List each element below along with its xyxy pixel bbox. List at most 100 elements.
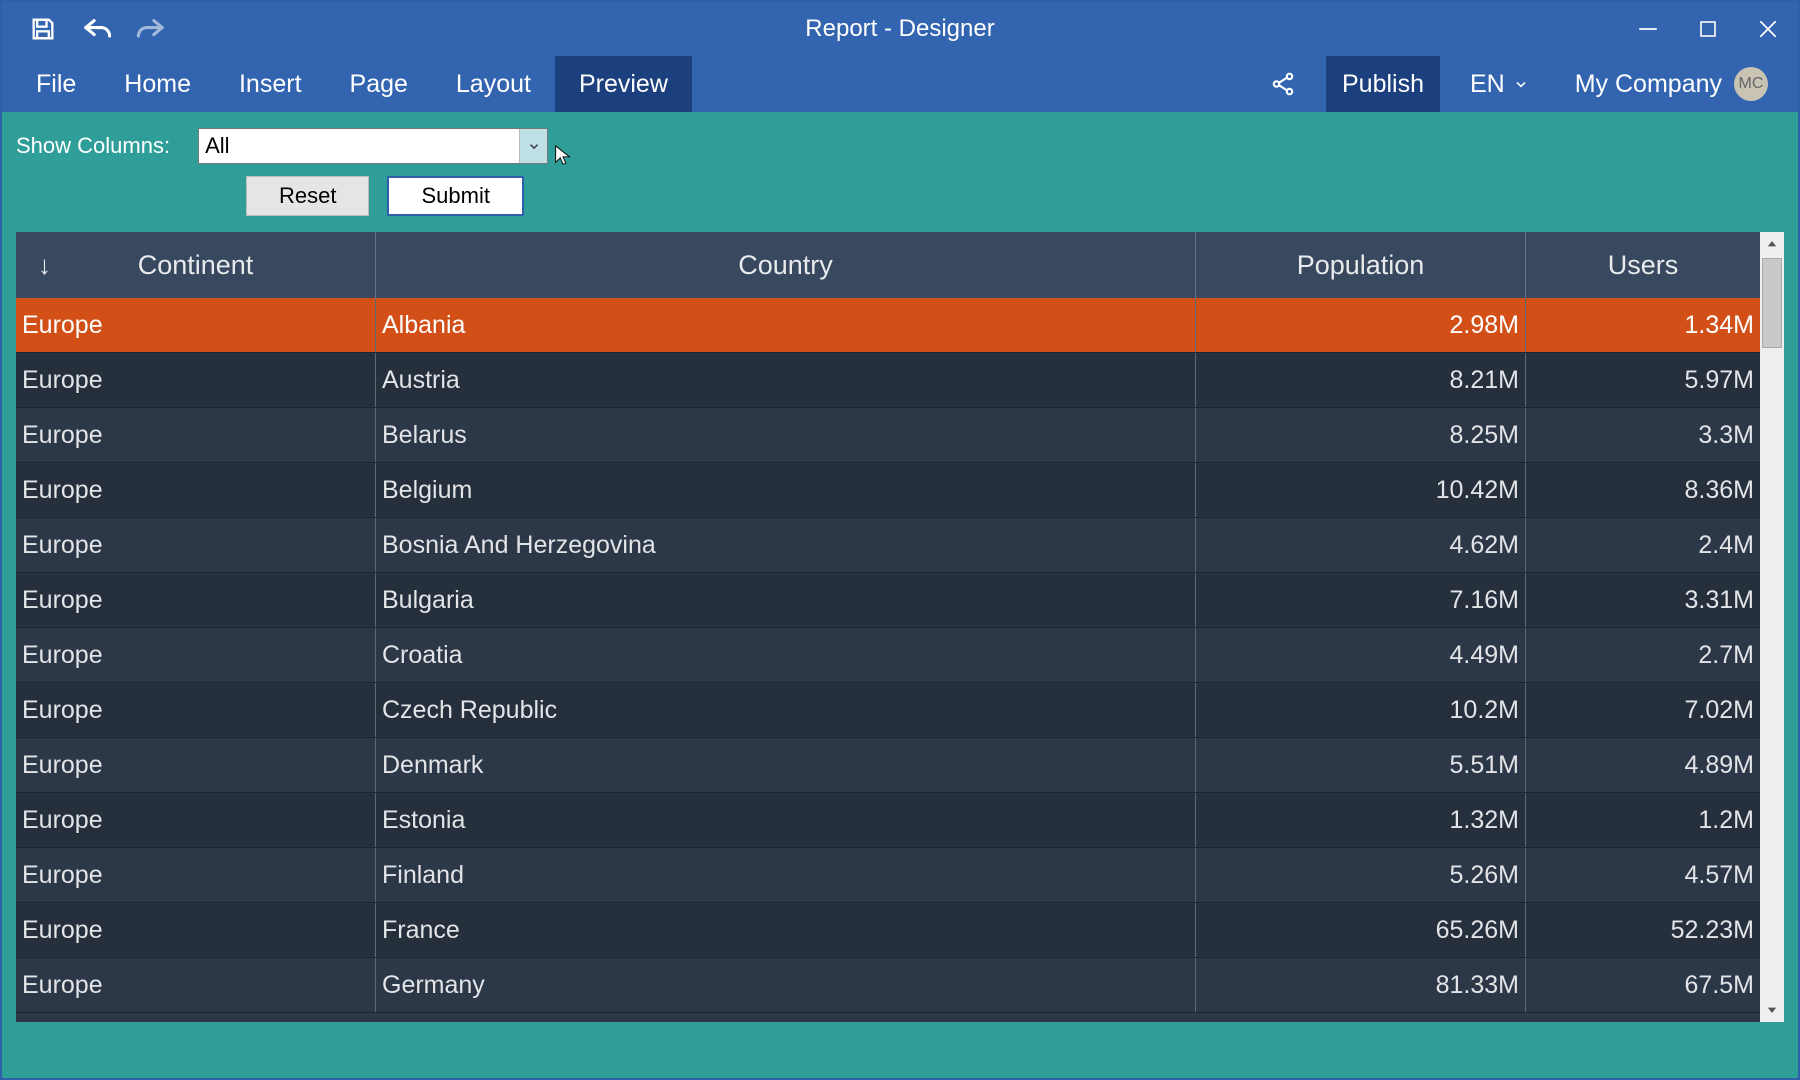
preview-toolbar: Show Columns: Reset Submit	[2, 112, 1798, 226]
chevron-down-icon	[527, 139, 541, 153]
table-row[interactable]: EuropeEstonia1.32M1.2M	[16, 793, 1760, 848]
avatar: MC	[1734, 67, 1768, 101]
chevron-down-icon	[1513, 76, 1529, 92]
tab-layout[interactable]: Layout	[432, 56, 555, 112]
table-row[interactable]: EuropeCroatia4.49M2.7M	[16, 628, 1760, 683]
cell-country: Bosnia And Herzegovina	[376, 518, 1196, 572]
column-header-continent[interactable]: ↓ Continent	[16, 232, 376, 298]
cell-users: 52.23M	[1526, 903, 1760, 957]
show-columns-label: Show Columns:	[16, 133, 170, 159]
cell-population: 4.62M	[1196, 518, 1526, 572]
tab-preview[interactable]: Preview	[555, 56, 692, 112]
table-body: EuropeAlbania2.98M1.34MEuropeAustria8.21…	[16, 298, 1760, 1013]
share-button[interactable]	[1254, 56, 1312, 112]
table-row[interactable]: EuropeDenmark5.51M4.89M	[16, 738, 1760, 793]
cell-users: 2.7M	[1526, 628, 1760, 682]
cell-continent: Europe	[16, 628, 376, 682]
tab-page[interactable]: Page	[326, 56, 432, 112]
window-title: Report - Designer	[805, 15, 994, 43]
scroll-down-button[interactable]	[1760, 998, 1784, 1022]
cell-continent: Europe	[16, 848, 376, 902]
table-row[interactable]: EuropeFrance65.26M52.23M	[16, 903, 1760, 958]
undo-button[interactable]	[80, 12, 114, 46]
show-columns-input[interactable]	[199, 129, 519, 163]
tab-insert[interactable]: Insert	[215, 56, 326, 112]
table-row[interactable]: EuropeFinland5.26M4.57M	[16, 848, 1760, 903]
maximize-button[interactable]	[1678, 2, 1738, 56]
show-columns-dropdown-button[interactable]	[519, 129, 547, 163]
account-label: My Company	[1575, 70, 1722, 99]
save-button[interactable]	[26, 12, 60, 46]
show-columns-combo[interactable]	[198, 128, 548, 164]
redo-icon	[134, 15, 168, 43]
cell-country: Belgium	[376, 463, 1196, 517]
sort-descending-icon: ↓	[38, 250, 51, 281]
cell-continent: Europe	[16, 298, 376, 352]
cell-population: 7.16M	[1196, 573, 1526, 627]
cell-users: 8.36M	[1526, 463, 1760, 517]
cell-country: France	[376, 903, 1196, 957]
redo-button[interactable]	[134, 12, 168, 46]
cell-users: 67.5M	[1526, 958, 1760, 1012]
cell-users: 4.89M	[1526, 738, 1760, 792]
table-row[interactable]: EuropeAlbania2.98M1.34M	[16, 298, 1760, 353]
minimize-button[interactable]	[1618, 2, 1678, 56]
table-header: ↓ Continent Country Population Users	[16, 232, 1760, 298]
cell-country: Belarus	[376, 408, 1196, 462]
publish-button[interactable]: Publish	[1326, 56, 1440, 112]
cell-continent: Europe	[16, 408, 376, 462]
table-row[interactable]: EuropeCzech Republic10.2M7.02M	[16, 683, 1760, 738]
cell-population: 5.51M	[1196, 738, 1526, 792]
table-row[interactable]: EuropeBelgium10.42M8.36M	[16, 463, 1760, 518]
language-selector[interactable]: EN	[1454, 56, 1545, 112]
chevron-up-icon	[1766, 238, 1778, 250]
table-row[interactable]: EuropeGermany81.33M67.5M	[16, 958, 1760, 1013]
tab-file[interactable]: File	[12, 56, 100, 112]
column-header-population[interactable]: Population	[1196, 232, 1526, 298]
cell-country: Finland	[376, 848, 1196, 902]
close-icon	[1757, 18, 1779, 40]
cell-population: 8.25M	[1196, 408, 1526, 462]
scrollbar-thumb[interactable]	[1762, 258, 1782, 348]
cell-population: 10.2M	[1196, 683, 1526, 737]
scroll-up-button[interactable]	[1760, 232, 1784, 256]
cell-continent: Europe	[16, 573, 376, 627]
mouse-cursor-icon	[552, 144, 574, 166]
maximize-icon	[1698, 19, 1718, 39]
close-button[interactable]	[1738, 2, 1798, 56]
minimize-icon	[1637, 18, 1659, 40]
cell-continent: Europe	[16, 353, 376, 407]
share-icon	[1270, 71, 1296, 97]
save-icon	[29, 15, 57, 43]
tab-home[interactable]: Home	[100, 56, 215, 112]
cell-continent: Europe	[16, 793, 376, 847]
submit-button[interactable]: Submit	[387, 176, 523, 216]
publish-label: Publish	[1342, 70, 1424, 99]
titlebar: Report - Designer	[2, 2, 1798, 56]
cell-users: 7.02M	[1526, 683, 1760, 737]
cell-population: 5.26M	[1196, 848, 1526, 902]
data-table: ↓ Continent Country Population Users Eur…	[16, 232, 1784, 1022]
table-row[interactable]: EuropeBelarus8.25M3.3M	[16, 408, 1760, 463]
cell-country: Croatia	[376, 628, 1196, 682]
account-menu[interactable]: My Company MC	[1559, 56, 1784, 112]
cell-population: 10.42M	[1196, 463, 1526, 517]
cell-continent: Europe	[16, 903, 376, 957]
table-row[interactable]: EuropeBulgaria7.16M3.31M	[16, 573, 1760, 628]
column-header-country[interactable]: Country	[376, 232, 1196, 298]
cell-continent: Europe	[16, 518, 376, 572]
cell-continent: Europe	[16, 738, 376, 792]
cell-continent: Europe	[16, 958, 376, 1012]
column-header-users[interactable]: Users	[1526, 232, 1760, 298]
chevron-down-icon	[1766, 1004, 1778, 1016]
cell-continent: Europe	[16, 683, 376, 737]
cell-users: 3.3M	[1526, 408, 1760, 462]
vertical-scrollbar[interactable]	[1760, 232, 1784, 1022]
cell-population: 4.49M	[1196, 628, 1526, 682]
cell-users: 3.31M	[1526, 573, 1760, 627]
cell-users: 4.57M	[1526, 848, 1760, 902]
reset-button[interactable]: Reset	[246, 176, 369, 216]
table-row[interactable]: EuropeAustria8.21M5.97M	[16, 353, 1760, 408]
undo-icon	[80, 15, 114, 43]
table-row[interactable]: EuropeBosnia And Herzegovina4.62M2.4M	[16, 518, 1760, 573]
